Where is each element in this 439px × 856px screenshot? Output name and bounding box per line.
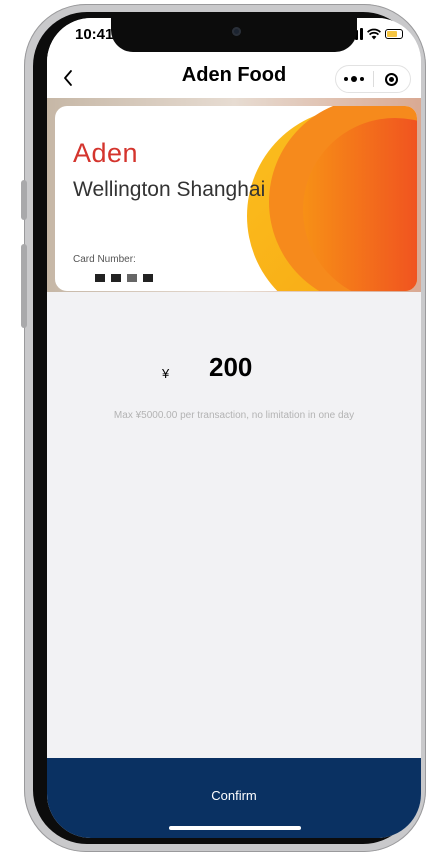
more-icon[interactable] (336, 66, 373, 92)
wifi-icon (367, 28, 381, 40)
transaction-limit-note: Max ¥5000.00 per transaction, no limitat… (113, 410, 355, 421)
brand-logo: Aden (73, 138, 139, 168)
membership-card: Aden Wellington Shanghai Card Number: (55, 106, 417, 291)
amount-value[interactable]: 200 (209, 352, 252, 383)
confirm-button[interactable]: Confirm (47, 758, 421, 838)
nav-bar: Aden Food (47, 58, 421, 98)
battery-icon (385, 29, 403, 39)
home-indicator (169, 826, 301, 830)
currency-symbol: ¥ (162, 366, 170, 381)
card-number-masked (95, 274, 153, 282)
silent-switch (21, 180, 27, 220)
miniprogram-capsule (335, 65, 411, 93)
front-camera (232, 27, 241, 36)
branch-name: Wellington Shanghai (73, 178, 266, 201)
close-miniprogram-icon[interactable] (374, 66, 411, 92)
amount-row[interactable]: ¥ 200 (47, 350, 421, 390)
screen: 10:41 Aden Food Aden Wellington Shanghai… (47, 18, 421, 838)
status-time: 10:41 (75, 26, 114, 43)
confirm-label: Confirm (211, 788, 257, 803)
card-number-label: Card Number: (73, 254, 136, 265)
volume-button (21, 244, 27, 328)
